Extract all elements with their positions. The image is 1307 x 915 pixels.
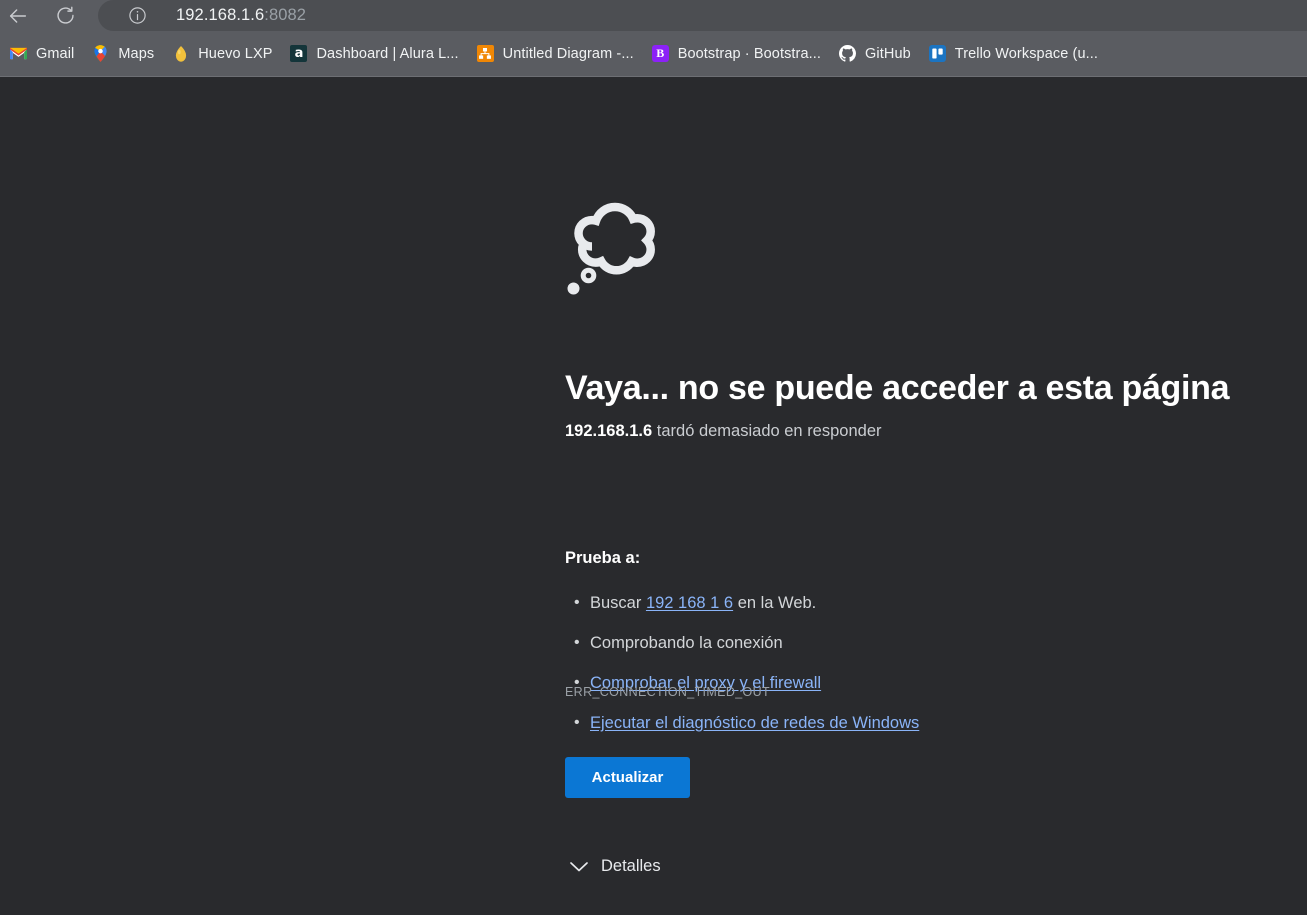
address-bar-text: 192.168.1.6:8082 <box>176 6 306 25</box>
bookmark-maps[interactable]: Maps <box>84 40 162 68</box>
bookmark-label: Bootstrap · Bootstra... <box>677 45 822 62</box>
suggestion-suffix: en la Web. <box>733 594 817 612</box>
info-circle-icon[interactable] <box>128 6 147 25</box>
list-item: Comprobando la conexión <box>565 623 919 663</box>
search-query-link[interactable]: 192 168 1 6 <box>646 594 733 612</box>
error-subtitle: 192.168.1.6 tardó demasiado en responder <box>565 422 882 441</box>
bookmark-gmail[interactable]: Gmail <box>2 40 82 68</box>
details-label: Detalles <box>601 856 661 875</box>
bookmark-label: Trello Workspace (u... <box>954 45 1098 62</box>
details-toggle[interactable]: Detalles <box>568 855 661 877</box>
suggestion-prefix: Buscar <box>590 594 646 612</box>
back-arrow-icon <box>7 5 29 27</box>
trello-icon-shape <box>928 45 946 62</box>
trello-icon <box>928 45 946 62</box>
alura-icon: a <box>290 45 308 62</box>
bookmark-untitled-diagram[interactable]: Untitled Diagram -... <box>469 40 642 68</box>
cloud-thought-bubble-icon <box>565 191 663 301</box>
suggestion-prefix: Comprobando la conexión <box>590 634 783 652</box>
reload-button[interactable] <box>50 1 80 31</box>
bookmark-huevo-lxp[interactable]: Huevo LXP <box>164 40 280 68</box>
suggestions-list: Buscar 192 168 1 6 en la Web. Comproband… <box>565 583 919 743</box>
bootstrap-icon-letter: B <box>651 45 669 62</box>
list-item: Ejecutar el diagnóstico de redes de Wind… <box>565 703 919 743</box>
back-button[interactable] <box>3 1 33 31</box>
windows-network-diagnostics-link[interactable]: Ejecutar el diagnóstico de redes de Wind… <box>590 714 919 732</box>
browser-toolbar: 192.168.1.6:8082 <box>0 0 1307 31</box>
chevron-down-icon <box>568 855 590 877</box>
bookmark-label: Maps <box>118 45 155 62</box>
page-title: Vaya... no se puede acceder a esta págin… <box>565 368 1230 407</box>
reload-page-button[interactable]: Actualizar <box>565 757 690 798</box>
address-bar-host: 192.168.1.6 <box>176 6 265 24</box>
egg-icon <box>172 45 189 62</box>
bookmark-label: Untitled Diagram -... <box>502 45 634 62</box>
bookmarks-bar: Gmail Maps Huevo LXP a Dashboard | Alura… <box>0 31 1307 77</box>
error-subtitle-host: 192.168.1.6 <box>565 422 653 440</box>
bookmark-label: Gmail <box>36 45 75 62</box>
drawio-icon <box>476 45 494 62</box>
suggestions-heading: Prueba a: <box>565 549 641 567</box>
address-bar[interactable]: 192.168.1.6:8082 <box>98 0 1307 31</box>
alura-icon-letter: a <box>290 45 308 62</box>
bookmark-label: Huevo LXP <box>198 45 273 62</box>
bookmark-github[interactable]: GitHub <box>831 40 919 68</box>
reload-icon <box>55 5 76 26</box>
google-maps-icon <box>92 45 109 62</box>
drawio-icon-shape <box>476 45 494 62</box>
list-item: Buscar 192 168 1 6 en la Web. <box>565 583 919 623</box>
error-subtitle-text: tardó demasiado en responder <box>652 422 882 440</box>
gmail-icon <box>10 45 27 62</box>
bookmark-alura-dashboard[interactable]: a Dashboard | Alura L... <box>282 40 466 68</box>
bookmark-label: Dashboard | Alura L... <box>316 45 459 62</box>
bookmark-bootstrap[interactable]: B Bootstrap · Bootstra... <box>644 40 829 68</box>
bookmark-trello[interactable]: Trello Workspace (u... <box>921 40 1106 68</box>
bootstrap-icon: B <box>651 45 669 62</box>
error-code: ERR_CONNECTION_TIMED_OUT <box>565 685 770 699</box>
bookmark-label: GitHub <box>865 45 911 62</box>
address-bar-port: :8082 <box>264 6 307 24</box>
github-icon <box>839 45 857 62</box>
error-page: Vaya... no se puede acceder a esta págin… <box>0 78 1307 915</box>
